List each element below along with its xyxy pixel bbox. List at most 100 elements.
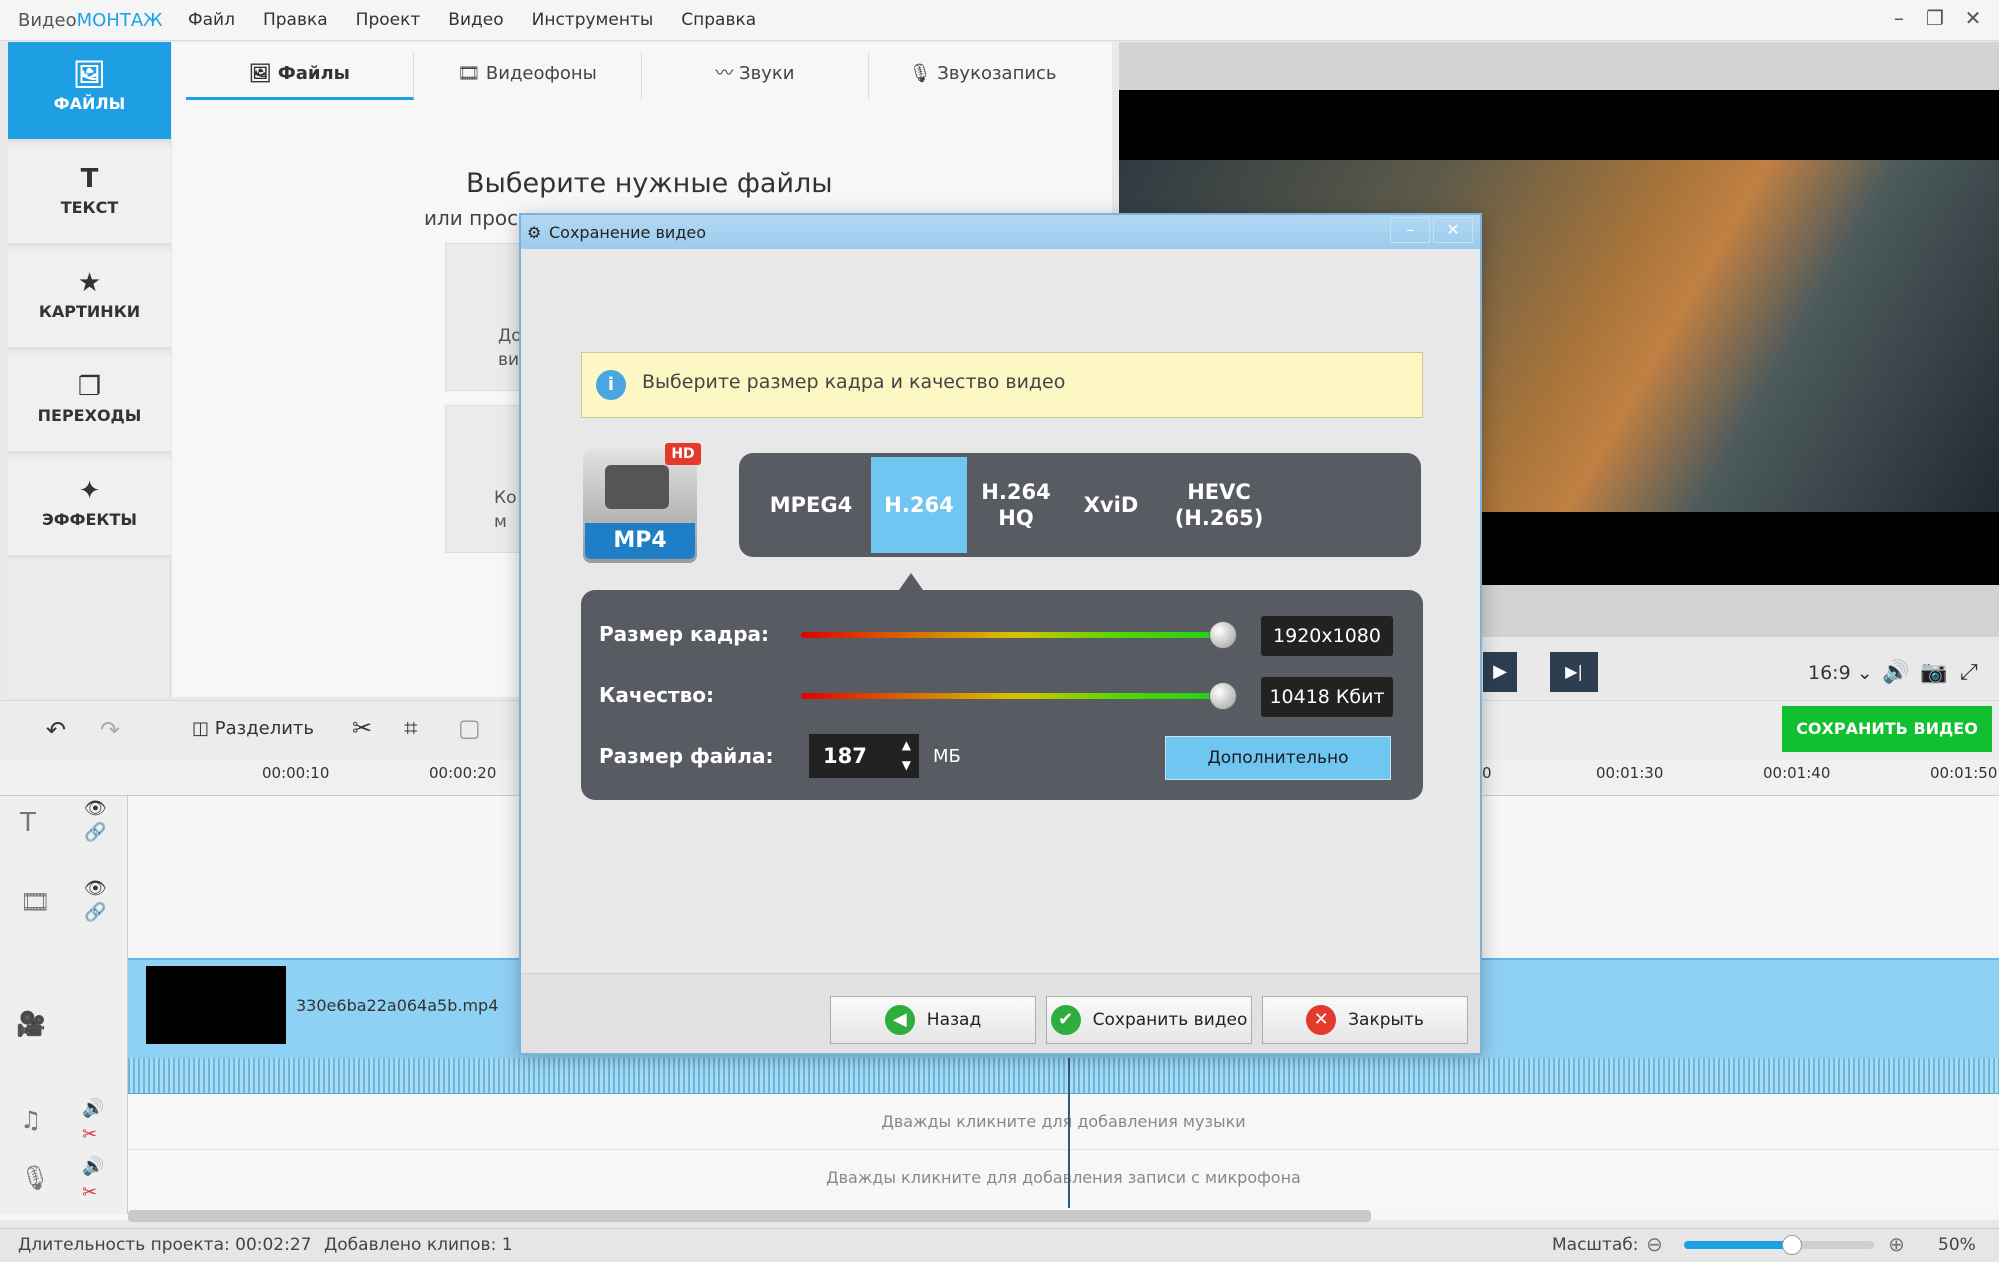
volume-icon[interactable]: 🔊 (1882, 660, 1909, 685)
add-videos-card[interactable]: Довиде (445, 243, 541, 391)
codec-hevc[interactable]: HEVC (H.265) (1167, 453, 1271, 557)
music-track[interactable]: Дважды кликните для добавления музыки (128, 1094, 1999, 1150)
hd-badge: HD (665, 443, 701, 465)
sidebar-item-transitions[interactable]: ❐ ПЕРЕХОДЫ (8, 354, 171, 454)
check-icon: ✔ (1050, 1005, 1081, 1035)
eye-icon[interactable]: 👁 (84, 878, 107, 899)
star-icon: ★ (77, 268, 102, 298)
dialog-minimize-icon[interactable]: – (1390, 217, 1430, 243)
ruler-tick: 00:01:50 (1930, 764, 1998, 782)
volume-icon[interactable]: 🔊 (82, 1098, 104, 1119)
microphone-icon: 🎙 (908, 63, 938, 84)
film-track-icon: 🎞 (20, 888, 51, 916)
minimize-icon[interactable]: – (1884, 6, 1914, 30)
playhead[interactable] (1068, 1058, 1070, 1208)
unlink-icon[interactable]: ✂ (82, 1182, 97, 1203)
menu-video[interactable]: Видео (448, 10, 503, 30)
codec-xvid[interactable]: XviD (1069, 453, 1153, 557)
frame-icon[interactable]: ▢ (458, 714, 481, 742)
track-headers (0, 796, 128, 1214)
save-video-button[interactable]: СОХРАНИТЬ ВИДЕО (1782, 706, 1992, 752)
split-button[interactable]: ◫ Разделить (192, 718, 314, 739)
tab-backgrounds[interactable]: 🎞 Видеофоны (414, 52, 642, 100)
clips-status: Добавлено клипов: 1 (324, 1235, 513, 1255)
save-button[interactable]: ✔ Сохранить видео (1046, 996, 1252, 1044)
dialog-footer: ◀ Назад ✔ Сохранить видео ✕ Закрыть (521, 973, 1480, 1053)
zoom-out-icon[interactable]: ⊖ (1646, 1232, 1663, 1256)
ruler-tick: 00:00:10 (262, 764, 330, 782)
video-background-icon: 🎞 (457, 63, 486, 84)
link-icon[interactable]: 🔗 (84, 822, 106, 843)
volume-icon[interactable]: 🔊 (82, 1156, 104, 1177)
menu-project[interactable]: Проект (356, 10, 421, 30)
close-window-icon[interactable]: ✕ (1958, 6, 1988, 30)
menu-bar: Файл Правка Проект Видео Инструменты Спр… (188, 10, 756, 30)
fullscreen-icon[interactable]: ⤢ (1960, 660, 1978, 685)
tab-recording[interactable]: 🎙 Звукозапись (869, 52, 1096, 100)
frame-size-knob[interactable] (1209, 621, 1237, 649)
next-frame-icon[interactable]: ▶| (1550, 652, 1598, 692)
panel-heading: Выберите нужные файлы (466, 168, 833, 199)
quality-label: Качество: (599, 683, 714, 707)
audio-waveform[interactable] (128, 1058, 1999, 1094)
quality-slider[interactable] (801, 693, 1231, 699)
sidebar-item-text[interactable]: T ТЕКСТ (8, 146, 171, 246)
app-logo: ВидеоМОНТАЖ (18, 10, 163, 31)
play-icon[interactable]: ▶ (1483, 652, 1517, 692)
waveform-icon: 〰 (715, 63, 740, 84)
sidebar-item-pictures[interactable]: ★ КАРТИНКИ (8, 250, 171, 350)
frame-size-slider[interactable] (801, 632, 1231, 638)
zoom-fill (1684, 1241, 1793, 1249)
ruler-tick: 00:00:20 (429, 764, 497, 782)
quality-knob[interactable] (1209, 682, 1237, 710)
sidebar-item-files[interactable]: 🖼 ФАЙЛЫ (8, 42, 171, 142)
restore-icon[interactable]: ❐ (1920, 6, 1950, 30)
aspect-select[interactable]: 16:9 ⌄ (1808, 662, 1873, 684)
menu-tools[interactable]: Инструменты (532, 10, 654, 30)
codec-h264-hq[interactable]: H.264 HQ (975, 453, 1057, 557)
camera-icon[interactable]: 📷 (1920, 660, 1947, 685)
split-icon: ◫ (192, 718, 215, 739)
clip-name: 330e6ba22a064a5b.mp4 (296, 996, 499, 1015)
unlink-icon[interactable]: ✂ (82, 1124, 97, 1145)
redo-icon[interactable]: ↷ (100, 716, 120, 744)
transitions-icon: ❐ (77, 372, 102, 402)
duration-status: Длительность проекта: 00:02:27 (18, 1235, 312, 1255)
microphone-track[interactable]: Дважды кликните для добавления записи с … (128, 1150, 1999, 1206)
close-icon: ✕ (1306, 1005, 1337, 1035)
mp4-format-icon[interactable]: HD MP4 (583, 443, 701, 563)
dialog-app-icon: ⚙ (527, 223, 542, 242)
menu-help[interactable]: Справка (681, 10, 756, 30)
back-button[interactable]: ◀ Назад (830, 996, 1036, 1044)
video-settings-panel: Размер кадра: 1920x1080 Качество: 10418 … (581, 590, 1423, 800)
spin-down-icon[interactable]: ▼ (902, 754, 911, 776)
info-icon: i (596, 370, 626, 400)
crop-icon[interactable]: ⌗ (404, 714, 418, 742)
codec-mpeg4[interactable]: MPEG4 (761, 453, 861, 557)
close-button[interactable]: ✕ Закрыть (1262, 996, 1468, 1044)
file-size-input[interactable]: 187 ▲ ▼ (809, 734, 919, 778)
clip-thumbnail (146, 966, 286, 1044)
scissors-icon[interactable]: ✂ (352, 714, 372, 742)
camcorder-icon (605, 465, 669, 509)
undo-icon[interactable]: ↶ (46, 716, 66, 744)
tab-sounds[interactable]: 〰 Звуки (642, 52, 870, 100)
eye-icon[interactable]: 👁 (84, 798, 107, 819)
timeline-scrollbar[interactable] (128, 1210, 1371, 1222)
collection-card[interactable]: Ко м (445, 405, 525, 553)
menu-file[interactable]: Файл (188, 10, 235, 30)
advanced-button[interactable]: Дополнительно (1165, 736, 1391, 780)
zoom-in-icon[interactable]: ⊕ (1888, 1232, 1905, 1256)
info-banner: i Выберите размер кадра и качество видео (581, 352, 1423, 418)
dialog-close-icon[interactable]: ✕ (1433, 217, 1473, 243)
zoom-slider[interactable] (1684, 1235, 1874, 1255)
sidebar-item-effects[interactable]: ✦ ЭФФЕКТЫ (8, 458, 171, 558)
codec-h264[interactable]: H.264 (871, 457, 967, 553)
save-video-dialog: ⚙ Сохранение видео – ✕ i Выберите размер… (519, 213, 1482, 1055)
spin-up-icon[interactable]: ▲ (902, 734, 911, 756)
menu-edit[interactable]: Правка (263, 10, 328, 30)
file-size-unit: МБ (933, 746, 961, 767)
tab-files[interactable]: 🖼 Файлы (186, 52, 414, 100)
dialog-title-bar: ⚙ Сохранение видео (521, 215, 1480, 249)
link-icon[interactable]: 🔗 (84, 902, 106, 923)
